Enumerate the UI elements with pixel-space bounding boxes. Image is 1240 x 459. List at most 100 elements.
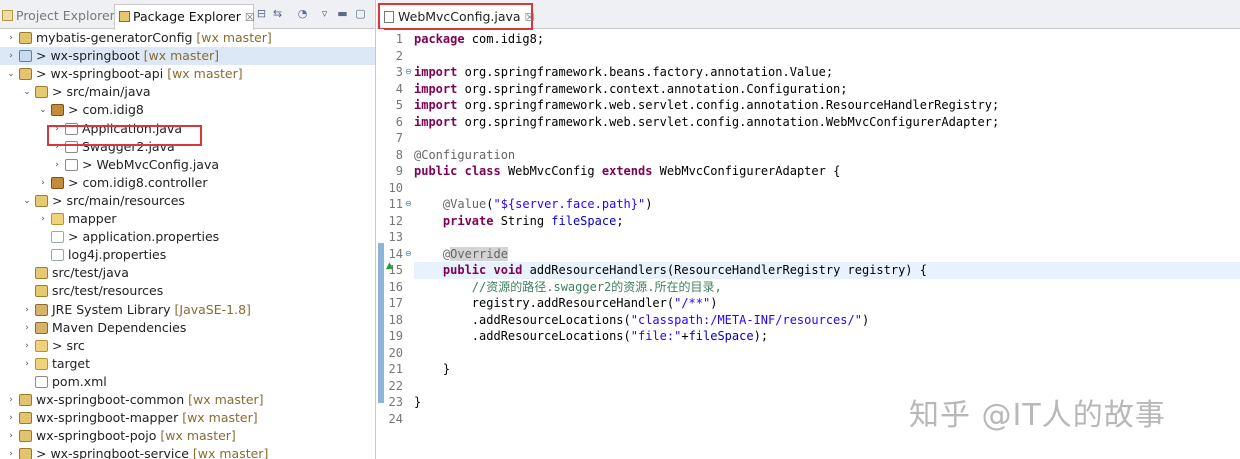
tree-item[interactable]: src/test/resources [0, 282, 375, 300]
expand-down-icon[interactable]: ⌄ [38, 101, 48, 119]
expand-right-icon[interactable]: › [6, 427, 16, 445]
expand-right-icon[interactable]: › [38, 174, 48, 192]
expand-right-icon[interactable]: › [52, 156, 62, 174]
fold-toggle-icon[interactable]: ⊖ [405, 246, 412, 263]
tree-item[interactable]: ⌄ > com.idig8 [0, 101, 375, 119]
link-with-editor-icon[interactable]: ⇆ [271, 7, 284, 20]
line-number: 6 [395, 114, 403, 129]
code-token: registry.addResourceHandler( [414, 296, 675, 310]
line-number: 18 [388, 312, 403, 327]
tree-item[interactable]: › target [0, 355, 375, 373]
tree-item[interactable]: › > WebMvcConfig.java [0, 156, 375, 174]
code-token: + [681, 329, 689, 343]
proj-icon [19, 32, 32, 44]
tree-item[interactable]: › > wx-springboot [wx master] [0, 47, 375, 66]
expand-right-icon[interactable]: › [22, 301, 32, 319]
minimize-icon[interactable]: ▬ [336, 7, 349, 20]
expand-right-icon[interactable]: › [22, 355, 32, 373]
tree-item[interactable]: › wx-springboot-mapper [wx master] [0, 409, 375, 427]
line-number: 1 [395, 32, 403, 46]
expand-right-icon[interactable]: › [6, 391, 16, 409]
tree-item-name: src/test/java [52, 265, 129, 281]
close-tab-icon[interactable]: ☒ [245, 11, 255, 24]
expand-right-icon[interactable]: › [6, 445, 16, 459]
expand-right-icon[interactable]: › [6, 47, 16, 65]
close-editor-tab-icon[interactable]: ☒ [525, 11, 535, 24]
code-token: import [414, 81, 458, 96]
tree-item[interactable]: › Maven Dependencies [0, 319, 375, 337]
tab-project-explorer[interactable]: Project Explorer [2, 5, 115, 27]
expand-right-icon[interactable]: › [38, 210, 48, 228]
tree-item[interactable]: › mapper [0, 210, 375, 228]
tree-item[interactable]: ⌄ > src/main/resources [0, 192, 375, 210]
line-number: 24 [388, 411, 403, 426]
line-number: 9 [395, 164, 403, 178]
java-icon [65, 158, 78, 171]
tree-item-name: mybatis-generatorConfig [36, 30, 193, 45]
code-line: @Value("${server.face.path}") [414, 196, 1240, 213]
expand-down-icon[interactable]: ⌄ [6, 65, 16, 83]
view-menu-chevron-icon[interactable]: ▿ [318, 7, 331, 20]
package-explorer-icon [119, 11, 130, 22]
tree-item-label: JRE System Library [JavaSE-1.8] [52, 301, 251, 319]
tree-item[interactable]: log4j.properties [0, 246, 375, 264]
maximize-icon[interactable]: ▢ [354, 7, 367, 20]
editor-tab-webmvcconfig[interactable]: WebMvcConfig.java ☒ [378, 3, 535, 30]
focus-icon[interactable]: ◔ [296, 7, 309, 20]
code-line: .addResourceLocations("file:"+fileSpace)… [414, 328, 1240, 345]
code-line: import org.springframework.web.servlet.c… [414, 97, 1240, 114]
expand-down-icon[interactable]: ⌄ [22, 83, 32, 101]
pkg-icon [51, 176, 64, 189]
tree-item-label: > src [52, 337, 85, 355]
line-number: 16 [388, 279, 403, 294]
line-number: 19 [388, 329, 403, 343]
tree-item[interactable]: › wx-springboot-common [wx master] [0, 391, 375, 409]
tree-item-label: > com.idig8 [68, 101, 144, 119]
expand-down-icon[interactable]: ⌄ [22, 192, 32, 210]
code-token: fileSpace [688, 329, 754, 343]
tree-item[interactable]: › > com.idig8.controller [0, 174, 375, 192]
tree-item[interactable]: › > wx-springboot-service [wx master] [0, 445, 375, 459]
code-token: "file:" [630, 329, 682, 343]
code-line: public class WebMvcConfig extends WebMvc… [414, 163, 1240, 180]
folder-icon [35, 339, 48, 352]
line-number: 11 [388, 197, 403, 211]
file-icon [51, 249, 64, 262]
expand-right-icon[interactable]: › [6, 409, 16, 427]
tree-item[interactable]: > application.properties [0, 228, 375, 246]
proj-sel-icon [19, 50, 32, 63]
tree-item[interactable]: src/test/java [0, 264, 375, 282]
tree-item-name: > wx-springboot-api [36, 66, 164, 82]
tree-item[interactable]: › JRE System Library [JavaSE-1.8] [0, 301, 375, 319]
tree-item[interactable]: ⌄ > wx-springboot-api [wx master] [0, 65, 375, 83]
code-token: org.springframework.web.servlet.config.a… [457, 114, 1000, 129]
code-token: org.springframework.web.servlet.config.a… [457, 98, 1000, 112]
tree-item[interactable]: › mybatis-generatorConfig [wx master] [0, 29, 375, 47]
tree-item-name: src/test/resources [52, 283, 164, 299]
tree-item[interactable]: pom.xml [0, 373, 375, 391]
code-line: //资源的路径.swagger2的资源.所在的目录, [414, 279, 1240, 296]
git-branch-decoration: [JavaSE-1.8] [170, 301, 251, 317]
tree-item[interactable]: › wx-springboot-pojo [wx master] [0, 427, 375, 445]
expand-right-icon[interactable]: › [6, 29, 16, 47]
code-token: "classpath:/META-INF/resources/" [630, 312, 862, 327]
line-number: 7 [395, 131, 403, 145]
expand-right-icon[interactable]: › [22, 337, 32, 355]
git-branch-decoration: [wx master] [156, 428, 236, 444]
tree-item-name: > src [52, 337, 85, 353]
code-token: WebMvcConfigurerAdapter { [652, 164, 841, 178]
fold-toggle-icon[interactable]: ⊖ [405, 64, 412, 81]
tree-item[interactable]: › > src [0, 337, 375, 355]
expand-right-icon[interactable]: › [22, 319, 32, 337]
tree-item[interactable]: ⌄ > src/main/java [0, 83, 375, 101]
git-branch-decoration: [wx master] [188, 446, 269, 459]
tab-package-explorer[interactable]: Package Explorer ☒ [114, 4, 255, 30]
fold-toggle-icon[interactable]: ⊖ [405, 196, 412, 213]
src-icon [35, 194, 48, 207]
collapse-all-icon[interactable]: ⊟ [255, 7, 268, 20]
